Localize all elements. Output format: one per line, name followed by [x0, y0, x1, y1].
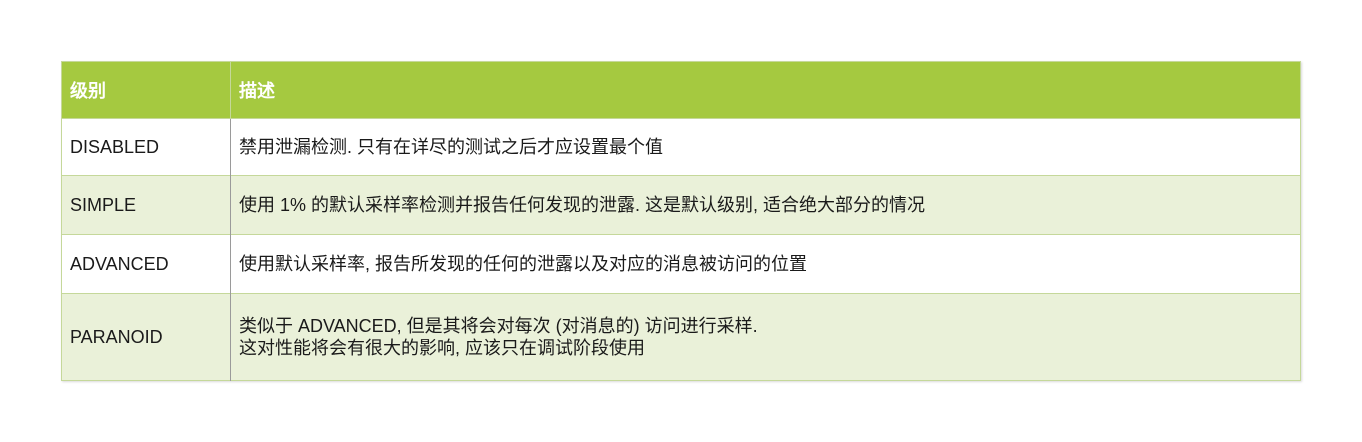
description-line: 这对性能将会有很大的影响, 应该只在调试阶段使用	[239, 338, 645, 358]
level-cell: SIMPLE	[61, 175, 231, 235]
description-cell: 禁用泄漏检测. 只有在详尽的测试之后才应设置最个值	[230, 118, 1301, 176]
description-cell: 使用 1% 的默认采样率检测并报告任何发现的泄露. 这是默认级别, 适合绝大部分…	[230, 175, 1301, 235]
description-line: 使用 1% 的默认采样率检测并报告任何发现的泄露. 这是默认级别, 适合绝大部分…	[239, 195, 926, 215]
table-row: ADVANCED 使用默认采样率, 报告所发现的任何的泄露以及对应的消息被访问的…	[61, 234, 1301, 294]
level-cell: DISABLED	[61, 118, 231, 176]
description-cell: 类似于 ADVANCED, 但是其将会对每次 (对消息的) 访问进行采样. 这对…	[230, 293, 1301, 381]
header-description: 描述	[230, 61, 1301, 119]
table-row: PARANOID 类似于 ADVANCED, 但是其将会对每次 (对消息的) 访…	[61, 293, 1301, 381]
table-header-row: 级别 描述	[61, 61, 1301, 119]
table-row: SIMPLE 使用 1% 的默认采样率检测并报告任何发现的泄露. 这是默认级别,…	[61, 175, 1301, 235]
header-level: 级别	[61, 61, 231, 119]
description-cell: 使用默认采样率, 报告所发现的任何的泄露以及对应的消息被访问的位置	[230, 234, 1301, 294]
description-line: 使用默认采样率, 报告所发现的任何的泄露以及对应的消息被访问的位置	[239, 254, 807, 274]
leak-detection-levels-table: 级别 描述 DISABLED 禁用泄漏检测. 只有在详尽的测试之后才应设置最个值…	[61, 61, 1301, 381]
leak-detection-levels-table-container: 级别 描述 DISABLED 禁用泄漏检测. 只有在详尽的测试之后才应设置最个值…	[61, 61, 1301, 381]
description-line: 禁用泄漏检测. 只有在详尽的测试之后才应设置最个值	[239, 137, 663, 157]
level-cell: ADVANCED	[61, 234, 231, 294]
description-line: 类似于 ADVANCED, 但是其将会对每次 (对消息的) 访问进行采样.	[239, 316, 758, 336]
table-row: DISABLED 禁用泄漏检测. 只有在详尽的测试之后才应设置最个值	[61, 118, 1301, 176]
level-cell: PARANOID	[61, 293, 231, 381]
